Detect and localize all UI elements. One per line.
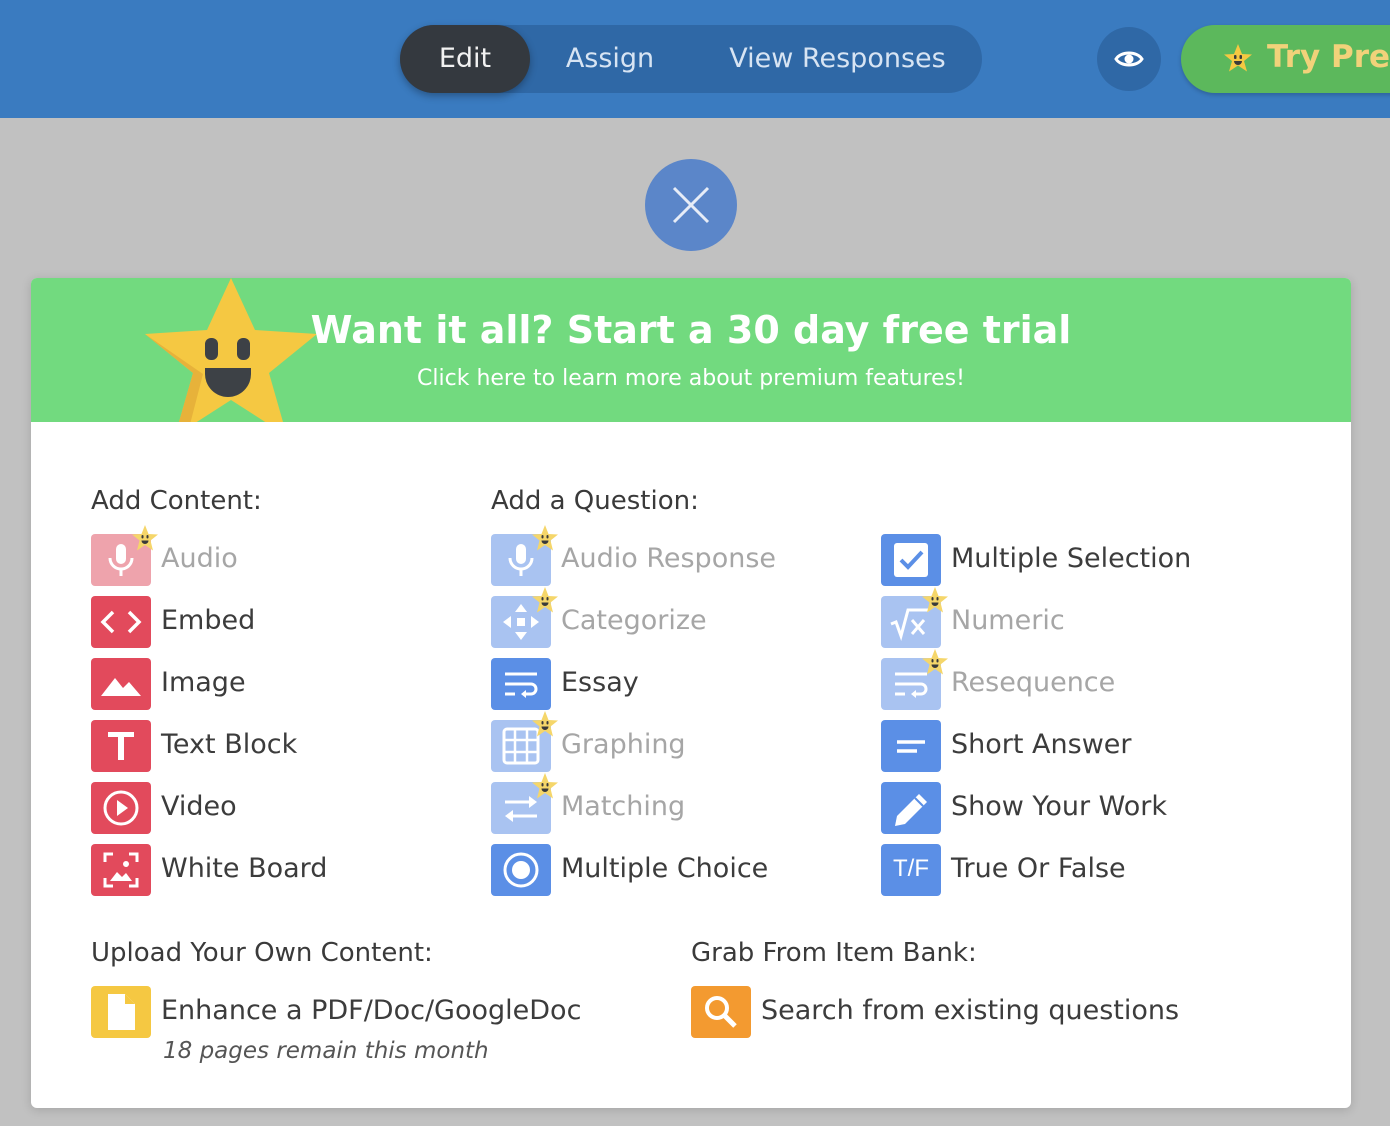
premium-trial-banner[interactable]: Want it all? Start a 30 day free trial C… — [31, 278, 1351, 422]
premium-star-badge-icon — [532, 773, 558, 799]
whiteboard-icon — [103, 852, 139, 888]
item-bank-label: Search from existing questions — [761, 995, 1180, 1026]
item-bank-title: Grab From Item Bank: — [691, 938, 977, 968]
question-short-answer-label: Short Answer — [951, 729, 1132, 760]
question-multiple-choice-label: Multiple Choice — [561, 853, 769, 884]
wrap-text-icon — [505, 672, 538, 698]
tab-view-responses[interactable]: View Responses — [700, 25, 975, 93]
short-lines-icon — [897, 740, 925, 753]
true-false-icon: T/F — [893, 855, 929, 882]
question-numeric-label: Numeric — [951, 605, 1065, 636]
content-text-block-label: Text Block — [161, 729, 298, 760]
question-multiple-selection-icon-box — [881, 534, 941, 586]
premium-star-badge-icon — [532, 711, 558, 737]
premium-star-badge-icon — [532, 587, 558, 613]
banner-subtitle: Click here to learn more about premium f… — [417, 366, 965, 391]
close-button[interactable] — [645, 159, 737, 251]
document-icon — [108, 994, 135, 1030]
upload-icon-box — [91, 986, 151, 1038]
content-white-board-label: White Board — [161, 853, 328, 884]
eye-icon — [1114, 51, 1144, 67]
content-embed-label: Embed — [161, 605, 256, 636]
premium-star-badge-icon — [532, 525, 558, 551]
content-white-board-icon-box — [91, 844, 151, 896]
question-graphing-label: Graphing — [561, 729, 686, 760]
text-icon — [108, 732, 134, 760]
pages-remaining-note: 18 pages remain this month — [163, 1038, 489, 1064]
upload-title: Upload Your Own Content: — [91, 938, 433, 968]
premium-star-badge-icon — [132, 525, 158, 551]
try-premium-label: Try Pren — [1267, 39, 1390, 75]
question-resequence-label: Resequence — [951, 667, 1116, 698]
banner-title: Want it all? Start a 30 day free trial — [310, 308, 1072, 352]
content-embed-icon-box — [91, 596, 151, 648]
content-video-icon-box — [91, 782, 151, 834]
tab-edit[interactable]: Edit — [400, 25, 530, 93]
tab-assign[interactable]: Assign — [545, 25, 675, 93]
question-true-or-false-icon-box: T/F — [881, 844, 941, 896]
checkbox-icon — [894, 543, 928, 577]
radio-icon — [503, 852, 539, 888]
question-essay-icon-box — [491, 658, 551, 710]
content-video-label: Video — [161, 791, 237, 822]
add-question-title: Add a Question: — [491, 486, 699, 516]
question-multiple-selection-label: Multiple Selection — [951, 543, 1192, 574]
add-content-title: Add Content: — [91, 486, 262, 516]
top-navigation-bar: Edit Assign View Responses Try Pren — [0, 0, 1390, 118]
add-item-modal: Want it all? Start a 30 day free trial C… — [31, 278, 1351, 1108]
question-short-answer-icon-box — [881, 720, 941, 772]
upload-label: Enhance a PDF/Doc/GoogleDoc — [161, 995, 582, 1026]
question-matching-label: Matching — [561, 791, 686, 822]
premium-star-badge-icon — [922, 649, 948, 675]
content-image-label: Image — [161, 667, 246, 698]
premium-star-badge-icon — [922, 587, 948, 613]
question-show-your-work-label: Show Your Work — [951, 791, 1168, 822]
play-icon — [103, 790, 139, 826]
content-audio-label: Audio — [161, 543, 238, 574]
star-mascot-icon — [1224, 44, 1252, 72]
question-categorize-label: Categorize — [561, 605, 707, 636]
content-text-block-icon-box — [91, 720, 151, 772]
pencil-icon — [895, 794, 927, 826]
search-icon — [705, 996, 737, 1028]
image-icon — [101, 678, 141, 696]
question-audio-response-label: Audio Response — [561, 543, 776, 574]
content-image-icon-box — [91, 658, 151, 710]
code-icon — [100, 610, 142, 634]
item-bank-icon-box — [691, 986, 751, 1038]
question-show-your-work-icon-box — [881, 782, 941, 834]
question-multiple-choice-icon-box — [491, 844, 551, 896]
question-true-or-false-label: True Or False — [951, 853, 1126, 884]
try-premium-button[interactable]: Try Pren — [1181, 25, 1390, 93]
mode-tabs: Edit Assign View Responses — [400, 25, 982, 93]
close-icon — [672, 186, 710, 224]
question-essay-label: Essay — [561, 667, 639, 698]
preview-button[interactable] — [1097, 27, 1161, 91]
